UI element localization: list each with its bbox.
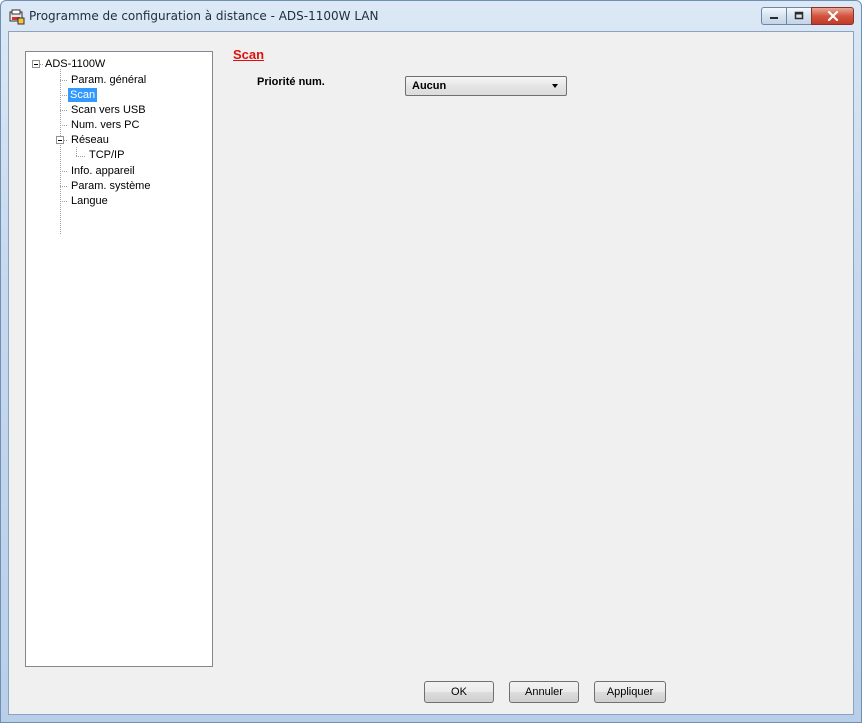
tree-item-param-systeme[interactable]: Param. système: [69, 179, 152, 193]
cancel-button[interactable]: Annuler: [509, 681, 579, 703]
title-bar[interactable]: Programme de configuration à distance - …: [1, 1, 861, 31]
maximize-button[interactable]: [786, 7, 812, 25]
tree-line: [60, 95, 68, 96]
caption-buttons: [761, 7, 854, 27]
tree-line: [60, 80, 68, 81]
tree-line: [60, 69, 61, 234]
tree-line: [60, 201, 68, 202]
tree-line: [60, 171, 68, 172]
priority-label: Priorité num.: [257, 76, 325, 88]
settings-tree[interactable]: ADS-1100W Param. général Scan Scan vers …: [25, 51, 213, 667]
tree-line: [64, 140, 68, 141]
collapse-icon[interactable]: [56, 136, 64, 144]
collapse-icon[interactable]: [32, 60, 40, 68]
tree-item-tcpip[interactable]: TCP/IP: [87, 148, 126, 162]
tree-item-scan-usb[interactable]: Scan vers USB: [69, 103, 148, 117]
tree-node-root[interactable]: ADS-1100W: [43, 57, 107, 71]
minimize-icon: [770, 17, 778, 19]
tree-item-param-general[interactable]: Param. général: [69, 73, 148, 87]
close-icon: [827, 11, 838, 21]
tree-line: [60, 110, 68, 111]
priority-select-value: Aucun: [412, 80, 447, 92]
tree-item-scan[interactable]: Scan: [68, 88, 98, 102]
client-area: ADS-1100W Param. général Scan Scan vers …: [8, 31, 854, 715]
dropdown-arrow-icon: [552, 84, 558, 88]
printer-config-icon: [9, 9, 25, 25]
priority-select[interactable]: Aucun: [405, 76, 567, 96]
window-title: Programme de configuration à distance - …: [29, 9, 379, 23]
app-window: Programme de configuration à distance - …: [0, 0, 862, 723]
minimize-button[interactable]: [761, 7, 787, 25]
ok-button[interactable]: OK: [424, 681, 494, 703]
tree-line: [76, 156, 86, 157]
tree-line: [60, 125, 68, 126]
tree-item-num-pc[interactable]: Num. vers PC: [69, 118, 141, 132]
close-button[interactable]: [811, 7, 854, 25]
tree-item-reseau[interactable]: Réseau: [69, 133, 111, 147]
maximize-icon: [794, 11, 804, 20]
tree-item-langue[interactable]: Langue: [69, 194, 110, 208]
tree-line: [60, 186, 68, 187]
tree-line: [76, 147, 77, 156]
tree-item-info-appareil[interactable]: Info. appareil: [69, 164, 137, 178]
section-title: Scan: [233, 47, 265, 62]
apply-button[interactable]: Appliquer: [594, 681, 666, 703]
